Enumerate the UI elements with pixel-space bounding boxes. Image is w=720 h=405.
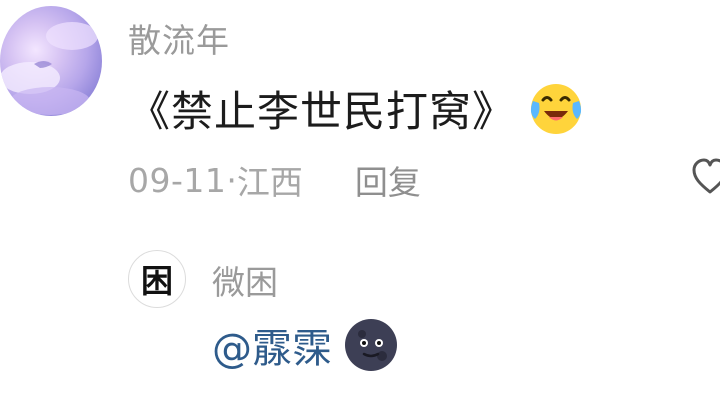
avatar-cloud-image (0, 22, 98, 115)
cut-off-text (232, 396, 532, 405)
reply-username[interactable]: 微困 (212, 256, 278, 304)
reply-avatar-char: 困 (140, 262, 173, 300)
comment-body: 《禁止李世民打窝》 (128, 78, 585, 138)
comment-username[interactable]: 散流年 (128, 14, 230, 62)
mention-link[interactable]: @霡霂 (212, 316, 332, 374)
reply-button[interactable]: 回复 (355, 156, 421, 204)
comment-date: 09-11 (128, 160, 227, 200)
crying-laughing-emoji-icon (530, 84, 582, 134)
reply-body: @霡霂 (212, 316, 400, 374)
reply-avatar[interactable]: 困 (128, 250, 186, 308)
meta-separator: · (226, 160, 237, 200)
user-avatar[interactable] (0, 6, 102, 116)
comment-text: 《禁止李世民打窝》 (128, 86, 516, 136)
comment-meta: 09-11 · 江西 回复 (128, 156, 421, 204)
moon-face-emoji-icon (345, 319, 397, 371)
comment-location: 江西 (236, 163, 303, 202)
heart-outline-icon[interactable] (690, 156, 720, 198)
